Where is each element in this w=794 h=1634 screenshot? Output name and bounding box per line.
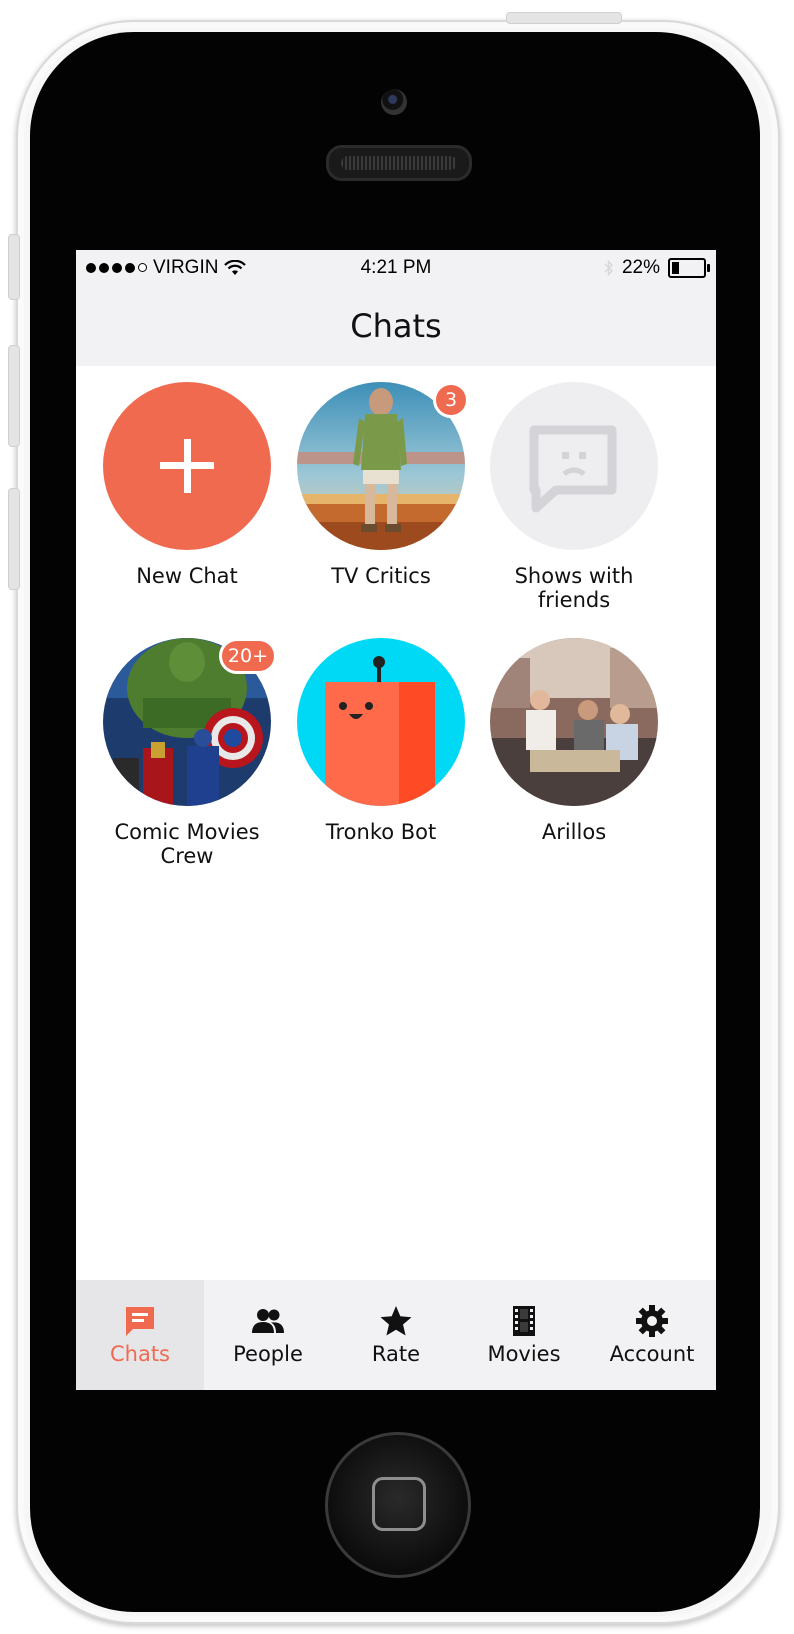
photo-friends-group — [490, 638, 658, 806]
status-bar: VIRGIN 4:21 PM 22% — [76, 250, 716, 286]
people-icon — [252, 1309, 284, 1333]
film-icon — [513, 1306, 535, 1336]
chat-bubble-icon — [126, 1307, 154, 1336]
chat-label: Arillos — [541, 820, 607, 844]
front-camera — [381, 89, 407, 115]
tab-label: Chats — [109, 1342, 171, 1366]
star-icon — [380, 1306, 412, 1336]
chat-item-tronko-bot[interactable]: Tronko Bot — [281, 638, 481, 844]
arillos-avatar — [490, 638, 658, 806]
tronko-bot-avatar — [297, 638, 465, 806]
power-button — [506, 12, 622, 24]
tab-label: People — [233, 1342, 303, 1366]
volume-down-button — [8, 488, 20, 590]
chat-item-tv-critics[interactable]: 3 TV Critics — [281, 382, 481, 588]
home-button[interactable] — [325, 1432, 471, 1578]
chat-item-shows-with-friends[interactable]: Shows with friends — [474, 382, 674, 612]
battery-fill — [672, 262, 680, 274]
navigation-bar: Chats — [76, 286, 716, 366]
chat-label: Comic Movies Crew — [114, 820, 260, 868]
tab-bar: Chats People Rate Movies Account — [76, 1280, 716, 1390]
tab-rate[interactable]: Rate — [332, 1280, 460, 1390]
tab-label: Movies — [487, 1342, 561, 1366]
new-chat-button[interactable] — [103, 382, 271, 550]
chat-label: Tronko Bot — [325, 820, 437, 844]
volume-up-button — [8, 345, 20, 447]
robot-icon — [325, 656, 435, 806]
chat-label: New Chat — [136, 564, 238, 588]
tab-movies[interactable]: Movies — [460, 1280, 588, 1390]
tab-chats[interactable]: Chats — [76, 1280, 204, 1390]
unread-badge: 3 — [433, 382, 469, 418]
chat-sad-face-icon — [529, 425, 617, 513]
tab-people[interactable]: People — [204, 1280, 332, 1390]
home-square-icon — [372, 1477, 426, 1531]
chat-item-comic-movies-crew[interactable]: 20+ Comic Movies Crew — [87, 638, 287, 868]
tab-label: Rate — [371, 1342, 421, 1366]
page-title: Chats — [350, 307, 442, 345]
earpiece-speaker — [326, 145, 472, 181]
status-right: 22% — [604, 257, 710, 279]
tab-label: Account — [609, 1342, 695, 1366]
plus-icon — [160, 439, 214, 493]
chat-item-arillos[interactable]: Arillos — [474, 638, 674, 844]
tab-account[interactable]: Account — [588, 1280, 716, 1390]
chat-item-new-chat[interactable]: New Chat — [87, 382, 287, 588]
chat-label: Shows with friends — [514, 564, 634, 612]
app-screen: VIRGIN 4:21 PM 22% Chats New Chat 3 TV C… — [76, 250, 716, 1390]
unread-badge: 20+ — [218, 638, 277, 674]
bluetooth-icon — [604, 259, 614, 277]
gear-icon — [636, 1305, 668, 1337]
volume-switch — [8, 234, 20, 300]
battery-icon — [668, 258, 710, 278]
shows-with-friends-avatar — [490, 382, 658, 550]
chat-label: TV Critics — [331, 564, 431, 588]
battery-percent: 22% — [621, 257, 660, 278]
